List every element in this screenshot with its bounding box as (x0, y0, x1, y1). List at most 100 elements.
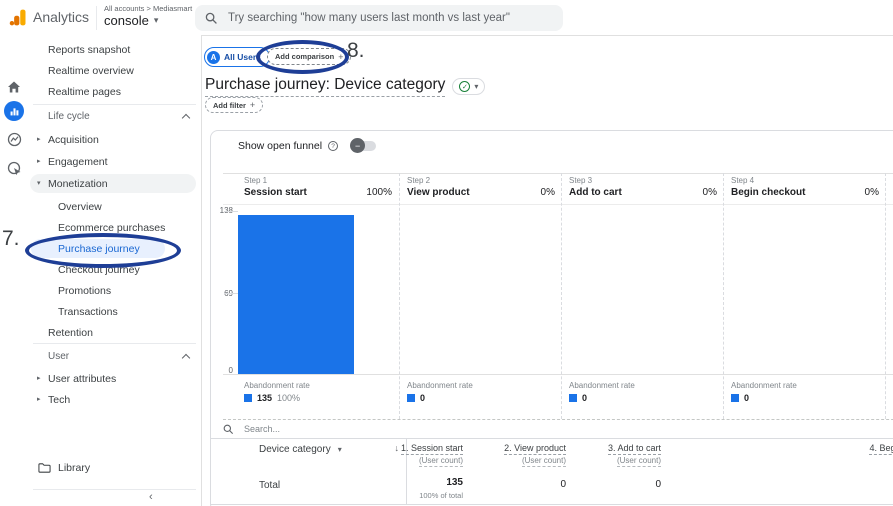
funnel-baseline (223, 374, 893, 375)
section-header-life-cycle[interactable]: Life cycle (48, 109, 196, 125)
analytics-logo-icon (8, 7, 29, 28)
table-search-input[interactable] (242, 423, 446, 435)
property-name: console (104, 13, 149, 28)
sidebar-divider (33, 104, 196, 105)
sort-descending-icon: ↓ (394, 443, 399, 453)
column-header-view-product[interactable]: 2. View product (User count) (504, 443, 566, 465)
open-funnel-toggle[interactable]: − (350, 140, 376, 152)
property-switcher[interactable]: console ▾ (104, 13, 158, 28)
column-header-begin-checkout[interactable]: 4. Begin checkout (User count) (869, 443, 893, 465)
chevron-down-icon: ▾ (37, 175, 41, 193)
sidebar-divider (33, 489, 196, 490)
sidebar-item-user-attributes[interactable]: ▸ User attributes (28, 370, 198, 388)
legend-swatch (569, 394, 577, 402)
chevron-right-icon: ▸ (37, 370, 41, 388)
legend-swatch (407, 394, 415, 402)
reports-icon (4, 101, 24, 121)
sidebar-item-engagement[interactable]: ▸ Engagement (28, 153, 198, 171)
abandonment-cell-2: Abandonment rate 0 (401, 378, 562, 418)
table-search[interactable] (223, 423, 446, 435)
sidebar-item-promotions[interactable]: Promotions (28, 282, 198, 300)
chevron-down-icon: ▾ (474, 82, 478, 91)
chevron-right-icon: ▸ (37, 391, 41, 409)
dimension-column-header[interactable]: Device category ▾ (259, 444, 342, 455)
sidebar-item-transactions[interactable]: Transactions (28, 303, 198, 321)
explore-icon (7, 132, 22, 147)
analytics-app: Analytics All accounts > Mediasmart cons… (0, 0, 893, 506)
advertising-icon (7, 161, 22, 176)
legend-swatch (731, 394, 739, 402)
funnel-step-4-header: Step 4 Begin checkout 0% (725, 173, 886, 204)
tick-mark (224, 211, 238, 212)
annotation-circle-7 (25, 233, 181, 268)
check-circle-icon: ✓ (459, 81, 470, 92)
column-header-add-to-cart[interactable]: 3. Add to cart (User count) (608, 443, 661, 465)
funnel-step-3-header: Step 3 Add to cart 0% (563, 173, 724, 204)
chevron-up-icon (182, 354, 190, 362)
home-nav-button[interactable] (0, 75, 28, 99)
advertising-nav-button[interactable] (0, 156, 28, 180)
topbar-divider (96, 6, 97, 30)
table-border (211, 438, 893, 439)
account-breadcrumb: All accounts > Mediasmart (104, 4, 192, 13)
annotation-step-7: 7. (2, 227, 20, 251)
explore-nav-button[interactable] (0, 127, 28, 151)
sidebar-item-library[interactable]: Library (28, 459, 198, 477)
collapse-sidebar-icon[interactable]: ‹ (149, 491, 153, 503)
report-status-dropdown[interactable]: ✓ ▾ (452, 78, 485, 95)
legend-swatch (244, 394, 252, 402)
chevron-down-icon: ▾ (338, 445, 342, 454)
annotation-circle-8 (256, 40, 349, 74)
sidebar-item-tech[interactable]: ▸ Tech (28, 391, 198, 409)
nav-rail: ⚙ (0, 35, 29, 506)
sidebar-item-reports-snapshot[interactable]: Reports snapshot (28, 41, 198, 59)
section-header-user[interactable]: User (48, 349, 196, 365)
open-funnel-toggle-row: Show open funnel ? − (238, 140, 376, 152)
sidebar-item-realtime-pages[interactable]: Realtime pages (28, 83, 198, 101)
funnel-report-card: Show open funnel ? − Step 1 Session star… (210, 130, 893, 506)
y-axis-tick: 0 (217, 366, 233, 375)
toggle-knob: − (350, 138, 365, 153)
funnel-bar-session-start[interactable] (238, 215, 354, 374)
funnel-step-2-header: Step 2 View product 0% (401, 173, 562, 204)
sidebar-item-retention[interactable]: Retention (28, 324, 198, 342)
total-view-product: 0 (560, 479, 566, 490)
total-add-to-cart: 0 (655, 479, 661, 490)
sidebar-item-realtime-overview[interactable]: Realtime overview (28, 62, 198, 80)
search-input[interactable] (226, 11, 550, 25)
total-session-start: 135 (446, 477, 463, 488)
help-icon: ? (328, 141, 338, 151)
tick-mark (224, 293, 238, 294)
search-icon (205, 12, 218, 25)
sidebar-divider (33, 343, 196, 344)
chevron-up-icon (182, 114, 190, 122)
table-bottom-border (211, 504, 893, 505)
folder-icon (38, 462, 51, 474)
annotation-step-8: 8. (347, 39, 365, 63)
sidebar-item-acquisition[interactable]: ▸ Acquisition (28, 131, 198, 149)
abandonment-cell-1: Abandonment rate 135 100% (238, 378, 399, 418)
search-icon (223, 424, 234, 435)
search-bar[interactable] (195, 5, 563, 31)
plus-icon: + (250, 100, 255, 110)
chevron-right-icon: ▸ (37, 153, 41, 171)
brand-title: Analytics (33, 9, 89, 25)
sidebar-item-overview[interactable]: Overview (28, 198, 198, 216)
funnel-header-border (223, 204, 893, 205)
funnel-step-1-header: Step 1 Session start 100% (238, 173, 399, 204)
abandonment-cell-3: Abandonment rate 0 (563, 378, 724, 418)
chevron-right-icon: ▸ (37, 131, 41, 149)
abandonment-cell-4: Abandonment rate 0 (725, 378, 886, 418)
reports-nav-button[interactable] (0, 99, 28, 123)
funnel-column-separator (399, 173, 400, 419)
column-header-session-start[interactable]: ↓1. Session start (User count) (394, 443, 463, 465)
topbar: Analytics All accounts > Mediasmart cons… (0, 0, 893, 36)
add-filter-button[interactable]: Add filter + (205, 97, 263, 113)
sidebar-item-monetization[interactable]: ▾ Monetization (28, 175, 198, 193)
toggle-label: Show open funnel (238, 140, 322, 152)
total-percent-of-total: 100% of total (419, 491, 463, 500)
avatar: A (207, 51, 220, 64)
report-title-row: Purchase journey: Device category ✓ ▾ (205, 76, 485, 97)
page-title: Purchase journey: Device category (205, 76, 445, 97)
chevron-down-icon: ▾ (154, 15, 159, 26)
